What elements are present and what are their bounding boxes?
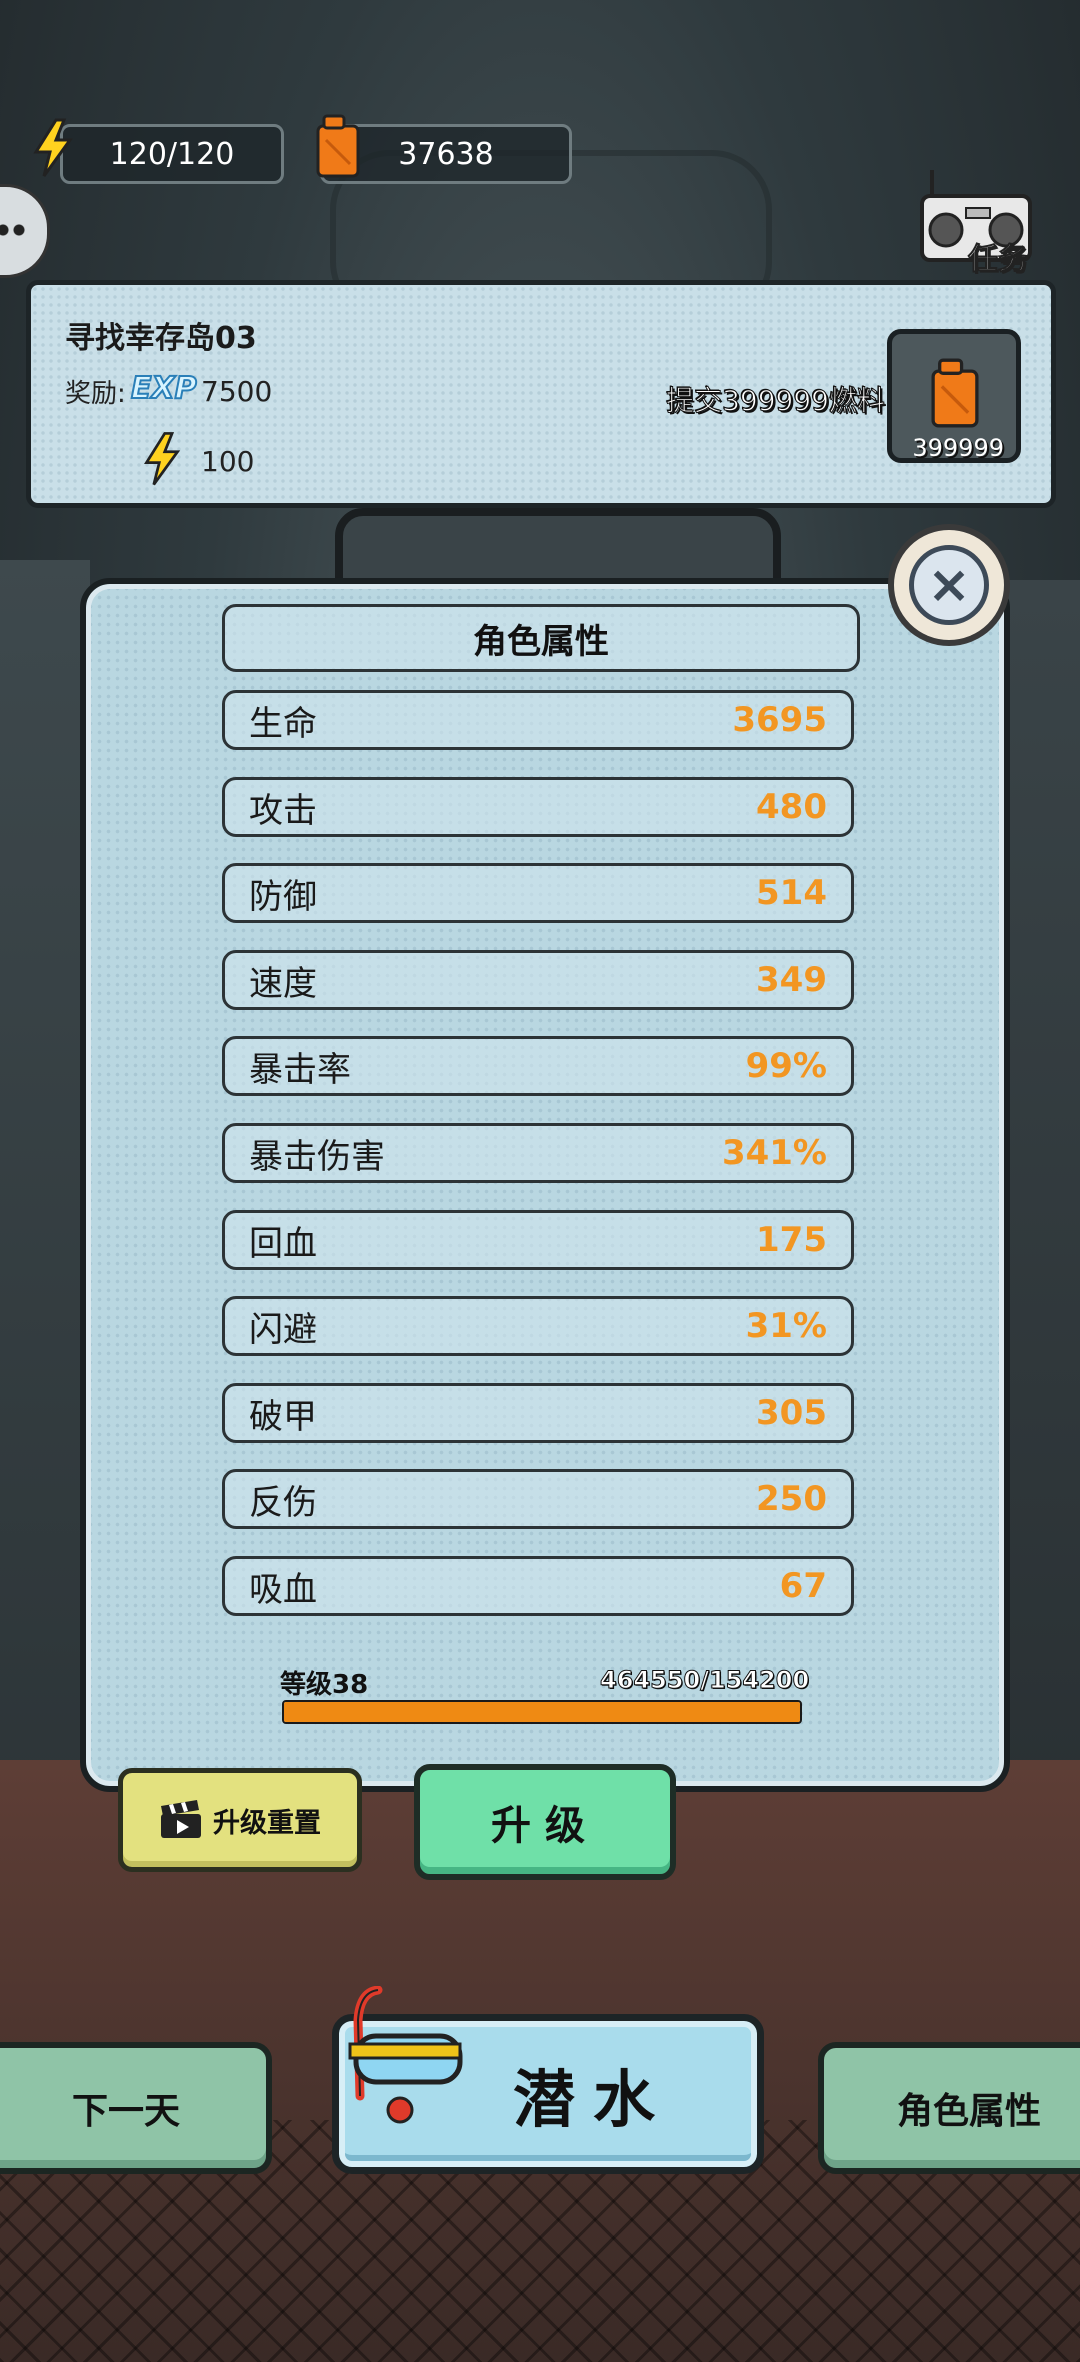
stat-row: 回血 175 [222, 1210, 854, 1270]
stat-name: 攻击 [249, 790, 317, 831]
exp-reward-value: 7500 [201, 375, 273, 408]
upgrade-label: 升级 [491, 1803, 599, 1849]
energy-bolt-icon [33, 118, 73, 177]
required-fuel-count: 399999 [912, 434, 1004, 462]
stat-name: 生命 [249, 703, 317, 744]
stat-row: 速度 349 [222, 950, 854, 1010]
close-icon: × [909, 545, 989, 625]
upgrade-reset-button[interactable]: 升级重置 [118, 1768, 362, 1872]
task-title: 寻找幸存岛03 [65, 321, 257, 356]
fuel-can-icon [931, 358, 979, 428]
stat-name: 反伤 [249, 1482, 317, 1523]
stat-name: 速度 [249, 963, 317, 1004]
stat-value: 305 [756, 1393, 827, 1433]
stat-name: 吸血 [249, 1569, 317, 1610]
stat-name: 防御 [249, 876, 317, 917]
exp-badge: EXP [130, 370, 198, 407]
stat-name: 暴击伤害 [249, 1136, 385, 1177]
energy-reward-bolt-icon [144, 432, 181, 486]
stat-value: 341% [721, 1133, 827, 1173]
stat-row: 闪避 31% [222, 1296, 854, 1356]
fuel-value: 37638 [398, 136, 494, 172]
stat-row: 吸血 67 [222, 1556, 854, 1616]
stat-value: 99% [745, 1046, 827, 1086]
submit-requirement-text: 提交399999燃料 [666, 384, 886, 418]
level-label: 等级38 [280, 1670, 369, 1700]
fuel-can-icon [316, 114, 360, 178]
right-shelf [1000, 580, 1080, 1780]
upgrade-button[interactable]: 升级 [414, 1764, 676, 1880]
stat-row: 生命 3695 [222, 690, 854, 750]
stat-name: 暴击率 [249, 1049, 351, 1090]
submit-fuel-slot[interactable]: 399999 [887, 329, 1021, 463]
energy-value: 120/120 [109, 136, 235, 172]
next-day-label: 下一天 [71, 2091, 180, 2132]
stat-value: 67 [779, 1566, 827, 1606]
exp-progress-bar [282, 1700, 802, 1724]
stat-row: 暴击伤害 341% [222, 1123, 854, 1183]
exp-progress-text: 464550/154200 [599, 1666, 810, 1695]
stat-value: 3695 [732, 700, 827, 740]
stat-value: 175 [756, 1220, 827, 1260]
stat-value: 349 [756, 960, 827, 1000]
energy-counter: 120/120 [60, 124, 284, 184]
stat-row: 反伤 250 [222, 1469, 854, 1529]
reward-label: 奖励: [65, 379, 126, 409]
stat-row: 攻击 480 [222, 777, 854, 837]
stat-value: 250 [756, 1479, 827, 1519]
stat-name: 破甲 [249, 1396, 317, 1437]
clapperboard-icon [161, 1800, 201, 1838]
task-panel: 寻找幸存岛03 奖励: EXP 7500 100 提交399999燃料 3999… [26, 280, 1056, 508]
stat-name: 回血 [249, 1223, 317, 1264]
exp-progress-fill [284, 1702, 800, 1722]
stat-value: 31% [745, 1306, 827, 1346]
stat-name: 闪避 [249, 1309, 317, 1350]
dive-label: 潜水 [512, 2063, 673, 2136]
role-attributes-label: 角色属性 [896, 2091, 1041, 2132]
next-day-button[interactable]: 下一天 [0, 2042, 272, 2174]
role-attributes-button[interactable]: 角色属性 [818, 2042, 1080, 2174]
stat-value: 514 [756, 873, 827, 913]
task-button-label[interactable]: 任务 [968, 234, 1029, 278]
close-button[interactable]: × [888, 524, 1010, 646]
stat-row: 防御 514 [222, 863, 854, 923]
stat-value: 480 [756, 787, 827, 827]
stat-row: 破甲 305 [222, 1383, 854, 1443]
left-shelf [0, 560, 90, 1860]
upgrade-reset-label: 升级重置 [213, 1807, 321, 1839]
energy-reward-value: 100 [201, 445, 255, 478]
stat-row: 暴击率 99% [222, 1036, 854, 1096]
diving-goggles-icon [348, 1986, 463, 2124]
panel-title: 角色属性 [222, 604, 860, 672]
